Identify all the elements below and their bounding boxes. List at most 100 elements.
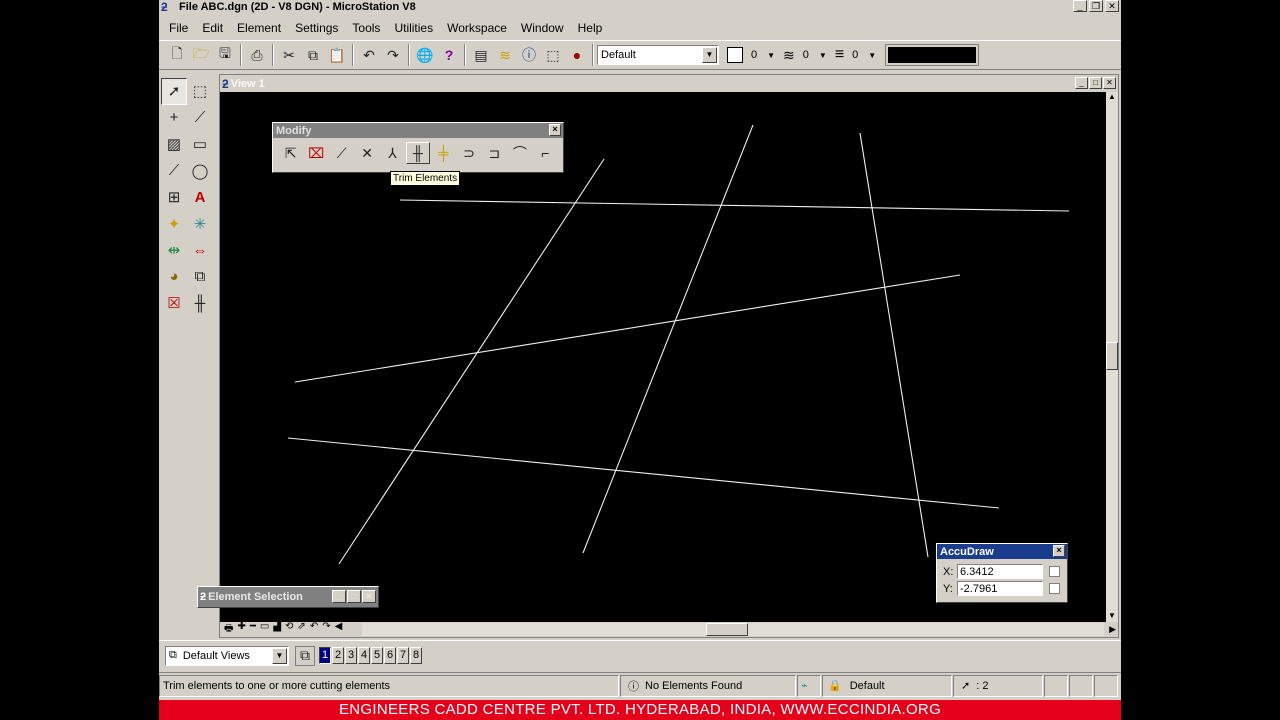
extend-line-icon[interactable]: ⟋ (330, 142, 353, 164)
menu-element[interactable]: Element (237, 21, 281, 35)
view-next-icon[interactable]: ↷ (322, 621, 330, 638)
drawn-line[interactable] (582, 124, 754, 554)
color-picker[interactable]: 0 ▼ (727, 47, 775, 63)
line-weight-picker[interactable]: ≡ 0 ▼ (835, 46, 876, 64)
view-minimize-button[interactable]: _ (1075, 77, 1088, 89)
menu-edit[interactable]: Edit (202, 21, 223, 35)
view-button-8[interactable]: 8 (410, 647, 422, 664)
modify-element-icon[interactable]: ⇱ (279, 142, 302, 164)
measure-icon[interactable]: ⟋ (187, 105, 213, 132)
save-icon[interactable]: 🖫 (213, 44, 237, 66)
chamfer-icon[interactable]: ⌐ (534, 142, 557, 164)
menu-tools[interactable]: Tools (352, 21, 380, 35)
delete-vertex-icon[interactable]: ⊐ (483, 142, 506, 164)
menu-workspace[interactable]: Workspace (447, 21, 507, 35)
cell-icon[interactable]: ⊞ (161, 184, 187, 211)
y-field[interactable] (957, 581, 1043, 596)
vertical-scroll-thumb[interactable] (1106, 342, 1118, 370)
y-lock-checkbox[interactable] (1049, 583, 1060, 594)
menu-help[interactable]: Help (578, 21, 603, 35)
saved-views-select[interactable]: ⧉ Default Views ▼ (165, 645, 289, 666)
globe-icon[interactable]: 🌐 (413, 44, 437, 66)
view-button-7[interactable]: 7 (397, 647, 409, 664)
drawn-line[interactable] (294, 274, 961, 383)
fit-view-icon[interactable]: ▟ (273, 621, 281, 638)
dimension-icon[interactable]: ✦ (161, 211, 187, 238)
menu-window[interactable]: Window (521, 21, 564, 35)
delete-part-icon[interactable]: ⌧ (304, 142, 327, 164)
view-previous-icon[interactable]: ↶ (310, 621, 318, 638)
restore-button[interactable]: ❐ (1089, 0, 1103, 12)
modify-title-bar[interactable]: Modify × (273, 123, 563, 138)
accudraw-close-button[interactable]: × (1053, 545, 1065, 557)
update-view-icon[interactable]: 🖶 (224, 621, 233, 638)
open-file-icon[interactable]: 🗁 (189, 44, 213, 66)
x-field[interactable] (957, 564, 1043, 579)
horizontal-scroll-thumb[interactable] (706, 623, 748, 636)
view-button-5[interactable]: 5 (371, 647, 383, 664)
scroll-up-icon[interactable]: ▲ (1106, 92, 1118, 104)
lock-icon[interactable]: 🔒 (828, 679, 842, 692)
palette-icon[interactable]: ◕ (161, 264, 187, 291)
undo-icon[interactable]: ↶ (357, 44, 381, 66)
extend-2-elements-icon[interactable]: ✕ (355, 142, 378, 164)
move-element-icon[interactable]: ⇔ (187, 237, 213, 264)
close-button[interactable]: ✕ (1105, 0, 1119, 12)
view-close-button[interactable]: ✕ (1103, 77, 1116, 89)
intellitrim-icon[interactable]: ╪ (432, 142, 455, 164)
element-selection-close-button[interactable]: ✕ (362, 590, 376, 603)
accudraw-title-bar[interactable]: AccuDraw × (937, 544, 1067, 559)
vertical-scrollbar[interactable]: ▲ ▼ (1106, 92, 1118, 623)
window-area-icon[interactable]: ▭ (260, 621, 269, 638)
snap-mode-indicator[interactable]: ⌁ (797, 674, 821, 697)
chevron-down-icon[interactable]: ▼ (272, 647, 287, 664)
select-arrow-icon[interactable]: ➚ (161, 78, 187, 105)
paste-icon[interactable]: 📋 (325, 44, 349, 66)
snap-icon[interactable]: ✳ (187, 211, 213, 238)
minimize-button[interactable]: _ (1073, 0, 1087, 12)
copy-element-icon[interactable]: ⇹ (161, 237, 187, 264)
view-button-2[interactable]: 2 (332, 647, 344, 664)
menu-settings[interactable]: Settings (295, 21, 338, 35)
x-lock-checkbox[interactable] (1049, 566, 1060, 577)
models-icon[interactable]: ▤ (469, 44, 493, 66)
level-select[interactable]: Default ▼ (597, 45, 719, 65)
chevron-down-icon[interactable]: ▼ (868, 51, 876, 60)
fillet-icon[interactable]: ⌒ (508, 142, 531, 164)
point-icon[interactable]: + (161, 105, 187, 132)
trim-elements-icon[interactable]: ╫ (406, 142, 430, 164)
hatch-icon[interactable]: ▨ (161, 131, 187, 158)
extend-to-intersection-icon[interactable]: ⅄ (381, 142, 404, 164)
group-icon[interactable]: ⧉ (187, 264, 213, 291)
new-file-icon[interactable]: 🗋 (165, 44, 189, 66)
view-maximize-button[interactable]: □ (1089, 77, 1102, 89)
drawn-line[interactable] (859, 132, 929, 558)
print-icon[interactable]: ⎙ (245, 44, 269, 66)
fence-tool-icon[interactable]: ⬚ (541, 44, 565, 66)
zoom-in-icon[interactable]: ✚ (237, 621, 245, 638)
copy-icon[interactable]: ⧉ (301, 44, 325, 66)
info-icon[interactable]: ⓘ (517, 44, 541, 66)
fence-icon[interactable]: ⬚ (187, 78, 213, 105)
chevron-down-icon[interactable]: ▼ (702, 47, 717, 63)
line-icon[interactable]: ⟋ (161, 158, 187, 185)
menu-utilities[interactable]: Utilities (394, 21, 433, 35)
drawn-line[interactable] (399, 199, 1070, 212)
element-selection-title-bar[interactable]: ƻ Element Selection _ □ ✕ (198, 587, 378, 607)
redo-icon[interactable]: ↷ (381, 44, 405, 66)
delete-icon[interactable]: ☒ (161, 290, 187, 317)
cut-icon[interactable]: ✂ (277, 44, 301, 66)
render-icon[interactable]: ● (565, 44, 589, 66)
element-selection-minimize-button[interactable]: _ (332, 590, 346, 603)
view-button-6[interactable]: 6 (384, 647, 396, 664)
view-button-4[interactable]: 4 (358, 647, 370, 664)
menu-file[interactable]: File (169, 21, 188, 35)
trim-icon[interactable]: ╫ (187, 290, 213, 317)
rectangle-icon[interactable]: ▭ (187, 131, 213, 158)
chevron-down-icon[interactable]: ▼ (819, 51, 827, 60)
help-icon[interactable]: ? (437, 44, 461, 66)
circle-icon[interactable]: ◯ (187, 158, 213, 185)
line-style-picker[interactable]: ≋ 0 ▼ (783, 47, 827, 64)
horizontal-scroll-track[interactable] (362, 623, 1104, 636)
view-button-3[interactable]: 3 (345, 647, 357, 664)
